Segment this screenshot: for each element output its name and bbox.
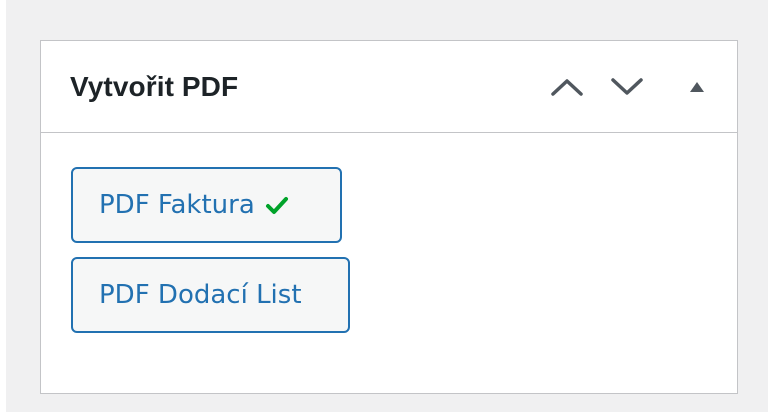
toggle-panel-button[interactable] [657, 57, 737, 117]
chevron-down-icon [610, 77, 644, 97]
pdf-delivery-note-label: PDF Dodací List [99, 280, 302, 310]
postbox-title: Vytvořit PDF [70, 70, 239, 102]
pdf-invoice-button[interactable]: PDF Faktura [71, 167, 342, 243]
pdf-delivery-note-button[interactable]: PDF Dodací List [71, 257, 350, 333]
postbox-create-pdf: Vytvořit PDF PDF Faktura PDF Dodací List [40, 40, 738, 394]
pdf-invoice-label: PDF Faktura [99, 190, 255, 220]
triangle-up-icon [688, 80, 706, 94]
move-up-button[interactable] [537, 57, 597, 117]
left-edge [0, 0, 6, 412]
handle-actions [537, 41, 737, 132]
chevron-up-icon [550, 77, 584, 97]
checkmark-icon [265, 195, 289, 215]
move-down-button[interactable] [597, 57, 657, 117]
page: Vytvořit PDF PDF Faktura PDF Dodací List [0, 0, 768, 412]
postbox-header: Vytvořit PDF [41, 41, 737, 133]
pdf-buttons: PDF Faktura PDF Dodací List [71, 167, 350, 347]
